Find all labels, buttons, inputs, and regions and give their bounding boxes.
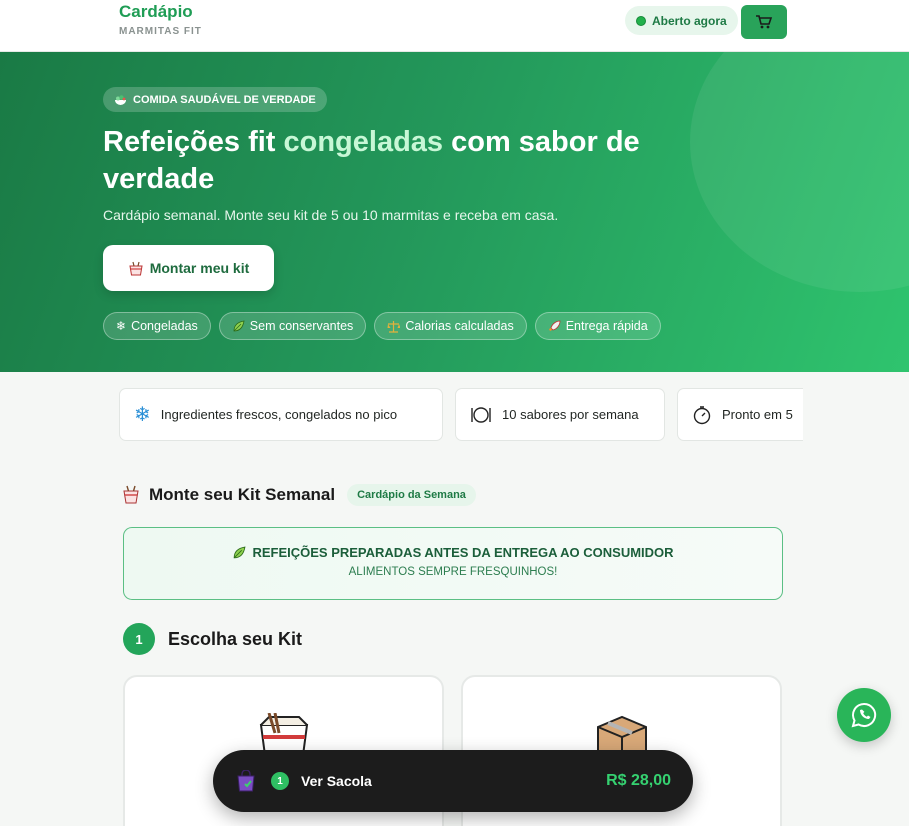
feature-label: 10 sabores por semana [502, 407, 639, 422]
tag-label: Sem conservantes [249, 319, 354, 333]
rocket-icon [548, 320, 561, 331]
stopwatch-icon [693, 405, 711, 424]
notice-title: REFEIÇÕES PREPARADAS ANTES DA ENTREGA AO… [124, 545, 782, 560]
kit-section-title: Monte seu Kit Semanal [149, 485, 336, 504]
bag-count-badge: 1 [271, 772, 289, 790]
snowflake-icon: ❄ [116, 319, 127, 333]
leaf-icon [233, 320, 245, 331]
top-header: Cardápio MARMITAS FIT Aberto agora [0, 0, 909, 52]
brand-subtitle: MARMITAS FIT [119, 26, 202, 37]
tag-calorias: Calorias calculadas [374, 312, 527, 340]
tag-label: Entrega rápida [565, 319, 648, 333]
status-label: Aberto agora [652, 13, 727, 28]
tag-entrega-rapida: Entrega rápida [534, 312, 661, 340]
feature-card: 10 sabores por semana [455, 388, 665, 441]
whatsapp-icon [851, 702, 877, 728]
leaf-icon [234, 546, 246, 558]
hero-tags: ❄ Congeladas Sem conservantes Calorias c… [103, 312, 661, 340]
status-dot-icon [636, 15, 646, 26]
view-bag-label: Ver Sacola [301, 773, 372, 789]
tag-sem-conservantes: Sem conservantes [218, 312, 367, 340]
step-choose-kit: 1 Escolha seu Kit [123, 623, 302, 655]
cart-icon [756, 15, 773, 29]
hero-title: Refeições fit congeladas com sabor de ve… [103, 124, 723, 198]
feature-label: Pronto em 5 [722, 407, 793, 422]
notice-subtitle: ALIMENTOS SEMPRE FRESQUINHOS! [348, 566, 558, 578]
feature-label: Ingredientes frescos, congelados no pico [160, 407, 398, 422]
salad-icon [115, 94, 126, 105]
shopping-bag-icon [237, 770, 255, 792]
hero-subtitle: Cardápio semanal. Monte seu kit de 5 ou … [103, 207, 559, 223]
brand[interactable]: Cardápio MARMITAS FIT [119, 2, 202, 37]
step-title: Escolha seu Kit [168, 628, 303, 649]
freshness-notice: REFEIÇÕES PREPARADAS ANTES DA ENTREGA AO… [123, 527, 783, 600]
snowflake-icon: ❄ [134, 404, 151, 426]
build-kit-button[interactable]: Montar meu kit [103, 245, 274, 291]
whatsapp-button[interactable] [837, 688, 891, 742]
features-row[interactable]: ❄ Ingredientes frescos, congelados no pi… [119, 388, 803, 442]
feature-card: Pronto em 5 [677, 388, 803, 441]
hero-title-part: Refeições fit [103, 126, 284, 158]
feature-card: ❄ Ingredientes frescos, congelados no pi… [119, 388, 443, 441]
tag-congeladas: ❄ Congeladas [103, 312, 211, 340]
bag-total: R$ 28,00 [606, 772, 671, 789]
tag-label: Congeladas [131, 319, 198, 333]
tag-label: Calorias calculadas [405, 319, 514, 333]
cart-button[interactable] [741, 5, 787, 39]
notice-title-text: REFEIÇÕES PREPARADAS ANTES DA ENTREGA AO… [252, 545, 674, 560]
brand-title: Cardápio [119, 2, 193, 21]
hero-badge-label: COMIDA SAUDÁVEL DE VERDADE [133, 93, 316, 106]
kit-section-heading: Monte seu Kit Semanal Cardápio da Semana [121, 484, 476, 506]
open-status-badge: Aberto agora [625, 6, 738, 35]
hero-banner: COMIDA SAUDÁVEL DE VERDADE Refeições fit… [0, 52, 909, 372]
hero-title-highlight: congeladas [283, 126, 444, 158]
takeout-box-icon [129, 261, 143, 275]
weekly-menu-badge: Cardápio da Semana [347, 484, 476, 506]
step-number: 1 [123, 623, 155, 655]
build-kit-label: Montar meu kit [149, 260, 250, 276]
scale-icon [387, 320, 401, 333]
plate-icon [471, 406, 491, 423]
hero-badge: COMIDA SAUDÁVEL DE VERDADE [103, 87, 327, 112]
takeout-box-icon [123, 485, 139, 504]
bag-bar[interactable]: 1 Ver Sacola R$ 28,00 [213, 750, 693, 812]
